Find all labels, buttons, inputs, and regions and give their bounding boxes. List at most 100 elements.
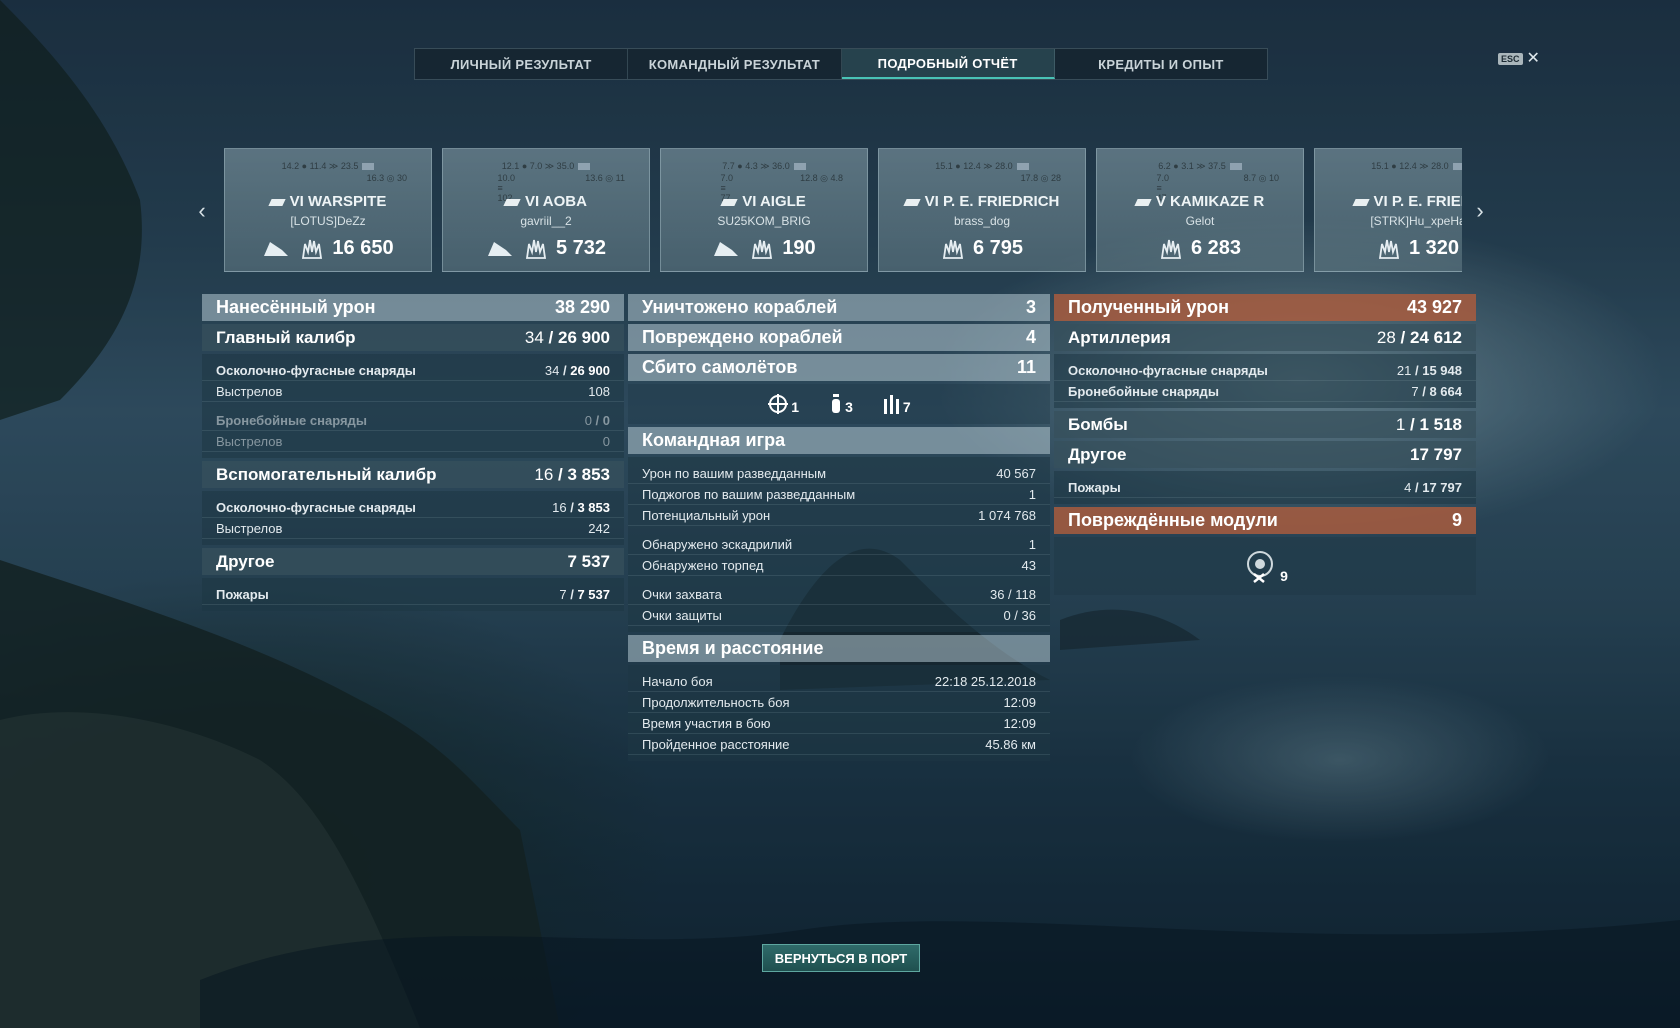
ship-class-icon (1351, 198, 1370, 206)
module-damage-count: 9 (1242, 548, 1288, 584)
ship-damage: 6 283 (1097, 237, 1303, 260)
received-damage-header: Полученный урон 43 927 (1054, 294, 1476, 321)
ship-stats: 6.2 ● 3.1 ≫ 37.5 (1097, 161, 1303, 172)
team-play-row: Обнаружено эскадрилий 1 (628, 534, 1050, 555)
ship-stats-secondary: 7.0 ≡ 47 8.7 ◎ 10 (1156, 173, 1279, 203)
damaged-modules-header: Повреждённые модули 9 (1054, 507, 1476, 534)
ship-stats-secondary: 10.0 ≡ 102 13.6 ◎ 11 (497, 173, 625, 203)
time-distance-details: Начало боя 22:18 25.12.2018 Продолжительно… (628, 665, 1050, 761)
he-shots-row: Выстрелов 108 (202, 381, 624, 402)
ship-name: VI P. E. FRIEDR (1315, 193, 1462, 210)
ship-card[interactable]: 14.2 ● 11.4 ≫ 23.5 16.3 ◎ 30 VI WARSPITE… (224, 148, 432, 272)
ship-card[interactable]: 15.1 ● 12.4 ≫ 28.0 17 VI P. E. FRIEDR [S… (1314, 148, 1462, 272)
time-distance-row: Начало боя 22:18 25.12.2018 (628, 671, 1050, 692)
dealt-damage-value: 38 290 (554, 297, 610, 317)
return-to-port-button[interactable]: ВЕРНУТЬСЯ В ПОРТ (762, 944, 920, 972)
fighter-kills: 1 (767, 393, 799, 415)
ship-damage-value: 16 650 (332, 237, 394, 259)
time-distance-header: Время и расстояние (628, 635, 1050, 662)
team-play-row: Обнаружено торпед 43 (628, 555, 1050, 576)
ship-name: VI P. E. FRIEDRICH (879, 193, 1085, 210)
ribbon-hit-icon (714, 241, 739, 256)
torpedo-bomber-kills: 7 (883, 393, 911, 415)
main-battery-value: 34 / 26 900 (524, 327, 610, 347)
received-fires-row: Пожары 4 / 17 797 (1054, 477, 1476, 498)
player-name: [STRK]Hu_xpeHa (1370, 214, 1462, 228)
damaged-module-icon (1247, 551, 1274, 583)
tab-personal-result[interactable]: ЛИЧНЫЙ РЕЗУЛЬТАТ (415, 49, 629, 79)
torpedo-icon (883, 395, 899, 414)
he-shells-row: Осколочно-фугасные снаряды 34 / 26 900 (202, 360, 624, 381)
ship-stats: 15.1 ● 12.4 ≫ 28.0 (879, 161, 1085, 172)
carousel-prev-arrow[interactable]: ‹ (192, 200, 212, 222)
damage-splash-icon (525, 239, 547, 259)
ship-stats-secondary: 7.0 ≡ 77 12.8 ◎ 4.8 (720, 173, 843, 203)
damaged-ships-row: Повреждено кораблей 4 (628, 324, 1050, 351)
ship-damage: 1 320 (1315, 237, 1462, 260)
ship-class-icon (720, 198, 738, 206)
ship-stats: 15.1 ● 12.4 ≫ 28.0 (1315, 161, 1462, 172)
bombs-row: Бомбы 1 / 1 518 (1054, 411, 1476, 438)
nation-flag-icon (1016, 163, 1029, 171)
result-tabs: ЛИЧНЫЙ РЕЗУЛЬТАТ КОМАНДНЫЙ РЕЗУЛЬТАТ ПОД… (414, 48, 1268, 80)
player-name: SU25KOM_BRIG (717, 214, 811, 228)
player-name: gavriil__2 (520, 214, 572, 228)
ship-damage: 6 795 (879, 237, 1085, 260)
received-damage-panel: Полученный урон 43 927 Артиллерия 28 / 24… (1054, 294, 1476, 595)
tab-credits-xp[interactable]: КРЕДИТЫ И ОПЫТ (1055, 49, 1267, 79)
crosshair-icon (768, 394, 789, 414)
other-damage-details: Пожары 7 / 7 537 (202, 578, 624, 611)
time-distance-row: Продолжительность боя 12:09 (628, 692, 1050, 713)
player-name: [LOTUS]DeZz (290, 214, 366, 228)
fires-row: Пожары 7 / 7 537 (202, 584, 624, 605)
ship-damage-value: 6 795 (972, 237, 1024, 259)
ship-name: VI AOBA (443, 193, 649, 210)
planes-shot-down-row: Сбито самолётов 11 (628, 354, 1050, 381)
ship-card[interactable]: 7.7 ● 4.3 ≫ 36.0 7.0 ≡ 77 12.8 ◎ 4.8 VI A… (660, 148, 868, 272)
tab-team-result[interactable]: КОМАНДНЫЙ РЕЗУЛЬТАТ (628, 49, 842, 79)
bomb-icon (832, 394, 841, 413)
ship-class-icon (902, 198, 921, 206)
ship-stats-secondary: 16.3 ◎ 30 (366, 173, 407, 183)
nation-flag-icon (1452, 163, 1462, 171)
carousel-next-arrow[interactable]: › (1470, 200, 1490, 222)
ship-damage-value: 5 732 (555, 237, 607, 259)
esc-key-label: ESC (1498, 53, 1523, 65)
nation-flag-icon (1229, 163, 1242, 171)
ship-card[interactable]: 12.1 ● 7.0 ≫ 35.0 10.0 ≡ 102 13.6 ◎ 11 VI… (442, 148, 650, 272)
bomber-kills: 3 (829, 393, 853, 415)
received-other-details: Пожары 4 / 17 797 (1054, 471, 1476, 504)
time-distance-row: Пройденное расстояние 45.86 км (628, 734, 1050, 755)
ship-name: V KAMIKAZE R (1097, 193, 1303, 210)
ship-card[interactable]: 6.2 ● 3.1 ≫ 37.5 7.0 ≡ 47 8.7 ◎ 10 V KAMI… (1096, 148, 1304, 272)
ship-damage: 16 650 (225, 237, 431, 260)
damage-splash-icon (752, 239, 773, 259)
ship-class-icon (268, 198, 286, 206)
artillery-details: Осколочно-фугасные снаряды 21 / 15 948 Бр… (1054, 354, 1476, 408)
ship-damage-value: 190 (782, 237, 816, 259)
ship-stats-secondary: 17.8 ◎ 28 (1020, 173, 1061, 183)
ship-card[interactable]: 15.1 ● 12.4 ≫ 28.0 17.8 ◎ 28 VI P. E. FR… (878, 148, 1086, 272)
ship-damage: 190 (661, 237, 867, 260)
main-battery-row: Главный калибр 34 / 26 900 (202, 324, 624, 351)
nation-flag-icon (578, 163, 591, 171)
sec-he-shells-row: Осколочно-фугасные снаряды 16 / 3 853 (202, 497, 624, 518)
main-battery-label: Главный калибр (216, 327, 356, 347)
team-play-row: Потенциальный урон 1 074 768 (628, 505, 1050, 526)
team-play-details: Урон по вашим разведданным 40 567 Поджогов… (628, 457, 1050, 632)
ship-name: VI WARSPITE (225, 193, 431, 210)
damage-splash-icon (1378, 239, 1400, 259)
ap-shots-row: Выстрелов 0 (202, 431, 624, 452)
tab-detailed-report[interactable]: ПОДРОБНЫЙ ОТЧЁТ (841, 49, 1055, 79)
combat-summary-panel: Уничтожено кораблей 3 Повреждено кораблей… (628, 294, 1050, 764)
ribbon-hit-icon (264, 241, 289, 256)
damage-splash-icon (942, 239, 964, 259)
ship-class-icon (1134, 198, 1152, 206)
player-name: Gelot (1185, 214, 1215, 228)
artillery-row: Артиллерия 28 / 24 612 (1054, 324, 1476, 351)
close-button[interactable]: ESC ✕ (1498, 51, 1540, 67)
secondary-battery-details: Осколочно-фугасные снаряды 16 / 3 853 Выс… (202, 491, 624, 545)
team-play-row: Урон по вашим разведданным 40 567 (628, 463, 1050, 484)
damaged-modules-body: 9 (1054, 537, 1476, 595)
other-damage-row: Другое 7 537 (202, 548, 624, 575)
